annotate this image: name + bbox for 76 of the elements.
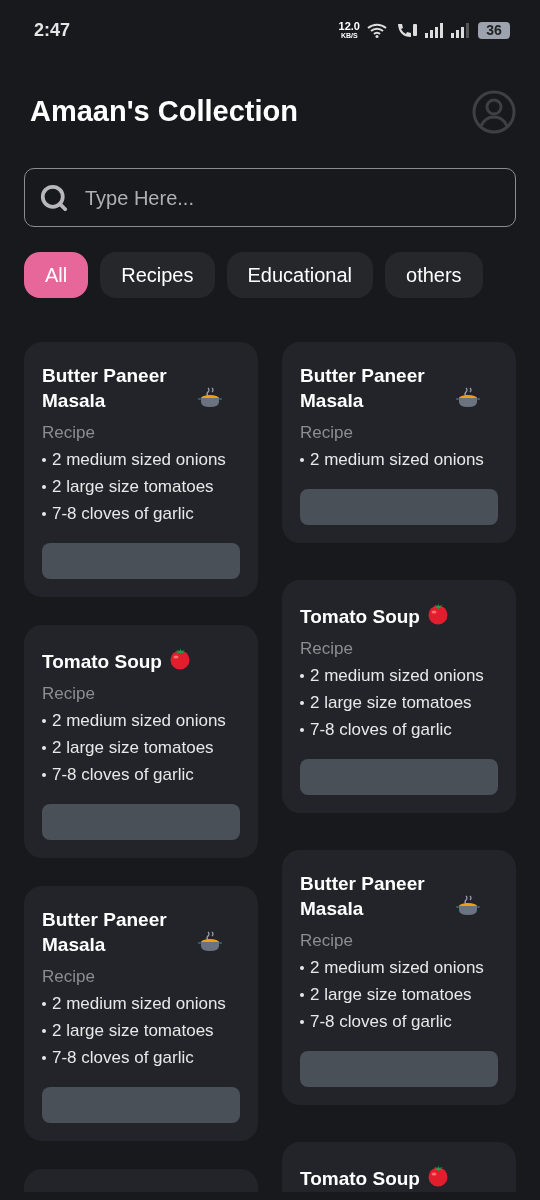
recipe-card[interactable]: Tomato Soup Recipe 2 medium sized onions 2 large size tomatoes 7-8 cloves of garlic bbox=[282, 580, 516, 813]
wifi-icon bbox=[367, 22, 389, 38]
card-title: Butter Paneer Masala bbox=[300, 872, 426, 921]
bullet-icon bbox=[300, 1019, 304, 1024]
bullet-icon bbox=[300, 727, 304, 732]
bullet-icon bbox=[42, 1001, 46, 1006]
recipe-card[interactable]: Butter Paneer Masala Recipe 2 medium sized onions 2 large size tomatoes 7-8 cloves of garlic bbox=[24, 342, 258, 597]
bullet-icon bbox=[300, 700, 304, 705]
ingredient-text: 2 medium sized onions bbox=[52, 993, 226, 1015]
filter-chip[interactable]: others bbox=[385, 252, 483, 298]
ingredient-text: 7-8 cloves of garlic bbox=[52, 503, 194, 525]
card-category: Recipe bbox=[42, 422, 96, 444]
recipe-card[interactable]: Tomato Soup Recipe 2 medium sized onions 2 large size tomatoes 7-8 cloves of garlic bbox=[24, 625, 258, 858]
card-title: Tomato Soup bbox=[42, 650, 162, 674]
card-action-bar[interactable] bbox=[300, 1051, 498, 1087]
recipe-card[interactable]: Butter Paneer Masala Recipe 2 medium sized onions 2 large size tomatoes 7-8 cloves of garlic bbox=[24, 886, 258, 1141]
card-category: Recipe bbox=[300, 638, 354, 660]
ingredient-text: 2 large size tomatoes bbox=[52, 737, 214, 759]
bullet-icon bbox=[300, 965, 304, 970]
card-title: Butter Paneer Masala bbox=[300, 364, 426, 413]
signal-icon bbox=[425, 22, 471, 38]
ingredient-text: 2 large size tomatoes bbox=[310, 984, 472, 1006]
bullet-icon bbox=[42, 484, 46, 489]
pot-icon bbox=[456, 387, 480, 409]
ingredient-text: 2 large size tomatoes bbox=[52, 1020, 214, 1042]
bullet-icon bbox=[42, 1028, 46, 1033]
filter-chip[interactable]: Educational bbox=[226, 252, 374, 298]
card-category: Recipe bbox=[42, 683, 96, 705]
ingredient-text: 2 large size tomatoes bbox=[310, 692, 472, 714]
bullet-icon bbox=[42, 1055, 46, 1060]
card-title: Butter Paneer Masala bbox=[42, 364, 168, 413]
card-action-bar[interactable] bbox=[300, 759, 498, 795]
card-category: Recipe bbox=[300, 422, 354, 444]
card-category: Recipe bbox=[300, 930, 354, 952]
recipe-card[interactable]: Butter Paneer Masala Recipe 2 medium sized onions bbox=[282, 342, 516, 543]
bullet-icon bbox=[42, 718, 46, 723]
card-action-bar[interactable] bbox=[42, 804, 240, 840]
search-icon bbox=[39, 182, 69, 213]
card-title: Tomato Soup bbox=[300, 1167, 420, 1191]
ingredient-text: 7-8 cloves of garlic bbox=[52, 764, 194, 786]
page-title: Amaan's Collection bbox=[30, 94, 298, 130]
card-action-bar[interactable] bbox=[300, 489, 498, 525]
ingredient-text: 2 medium sized onions bbox=[52, 449, 226, 471]
card-action-bar[interactable] bbox=[42, 1087, 240, 1123]
ingredient-text: 7-8 cloves of garlic bbox=[310, 1011, 452, 1033]
card-title: Butter Paneer Masala bbox=[42, 908, 168, 957]
bullet-icon bbox=[42, 457, 46, 462]
battery-indicator: 36 bbox=[478, 21, 510, 39]
ingredient-text: 7-8 cloves of garlic bbox=[310, 719, 452, 741]
ingredient-text: 2 medium sized onions bbox=[310, 665, 484, 687]
pot-icon bbox=[198, 387, 222, 409]
status-time: 2:47 bbox=[34, 18, 71, 42]
ingredient-text: 2 medium sized onions bbox=[310, 957, 484, 979]
bullet-icon bbox=[42, 745, 46, 750]
pot-icon bbox=[456, 895, 480, 917]
network-speed: 12.0 bbox=[338, 21, 360, 32]
card-title: Tomato Soup bbox=[300, 605, 420, 629]
recipe-card[interactable]: Tomato Soup bbox=[282, 1142, 516, 1192]
search-input[interactable]: Type Here... bbox=[85, 182, 501, 213]
bullet-icon bbox=[300, 673, 304, 678]
ingredient-text: 7-8 cloves of garlic bbox=[52, 1047, 194, 1069]
search-field[interactable]: Type Here... bbox=[24, 168, 516, 227]
filter-chip[interactable]: Recipes bbox=[100, 252, 215, 298]
pot-icon bbox=[198, 931, 222, 953]
recipe-card[interactable]: Butter Paneer Masala Recipe 2 medium sized onions 2 large size tomatoes 7-8 cloves of garlic bbox=[282, 850, 516, 1105]
profile-icon[interactable] bbox=[472, 90, 516, 134]
bullet-icon bbox=[300, 457, 304, 462]
ingredient-text: 2 medium sized onions bbox=[310, 449, 484, 471]
bullet-icon bbox=[42, 511, 46, 516]
ingredient-text: 2 large size tomatoes bbox=[52, 476, 214, 498]
card-category: Recipe bbox=[42, 966, 96, 988]
ingredient-text: 2 medium sized onions bbox=[52, 710, 226, 732]
bullet-icon bbox=[42, 772, 46, 777]
call-icon bbox=[396, 22, 418, 38]
card-action-bar[interactable] bbox=[42, 543, 240, 579]
bullet-icon bbox=[300, 992, 304, 997]
